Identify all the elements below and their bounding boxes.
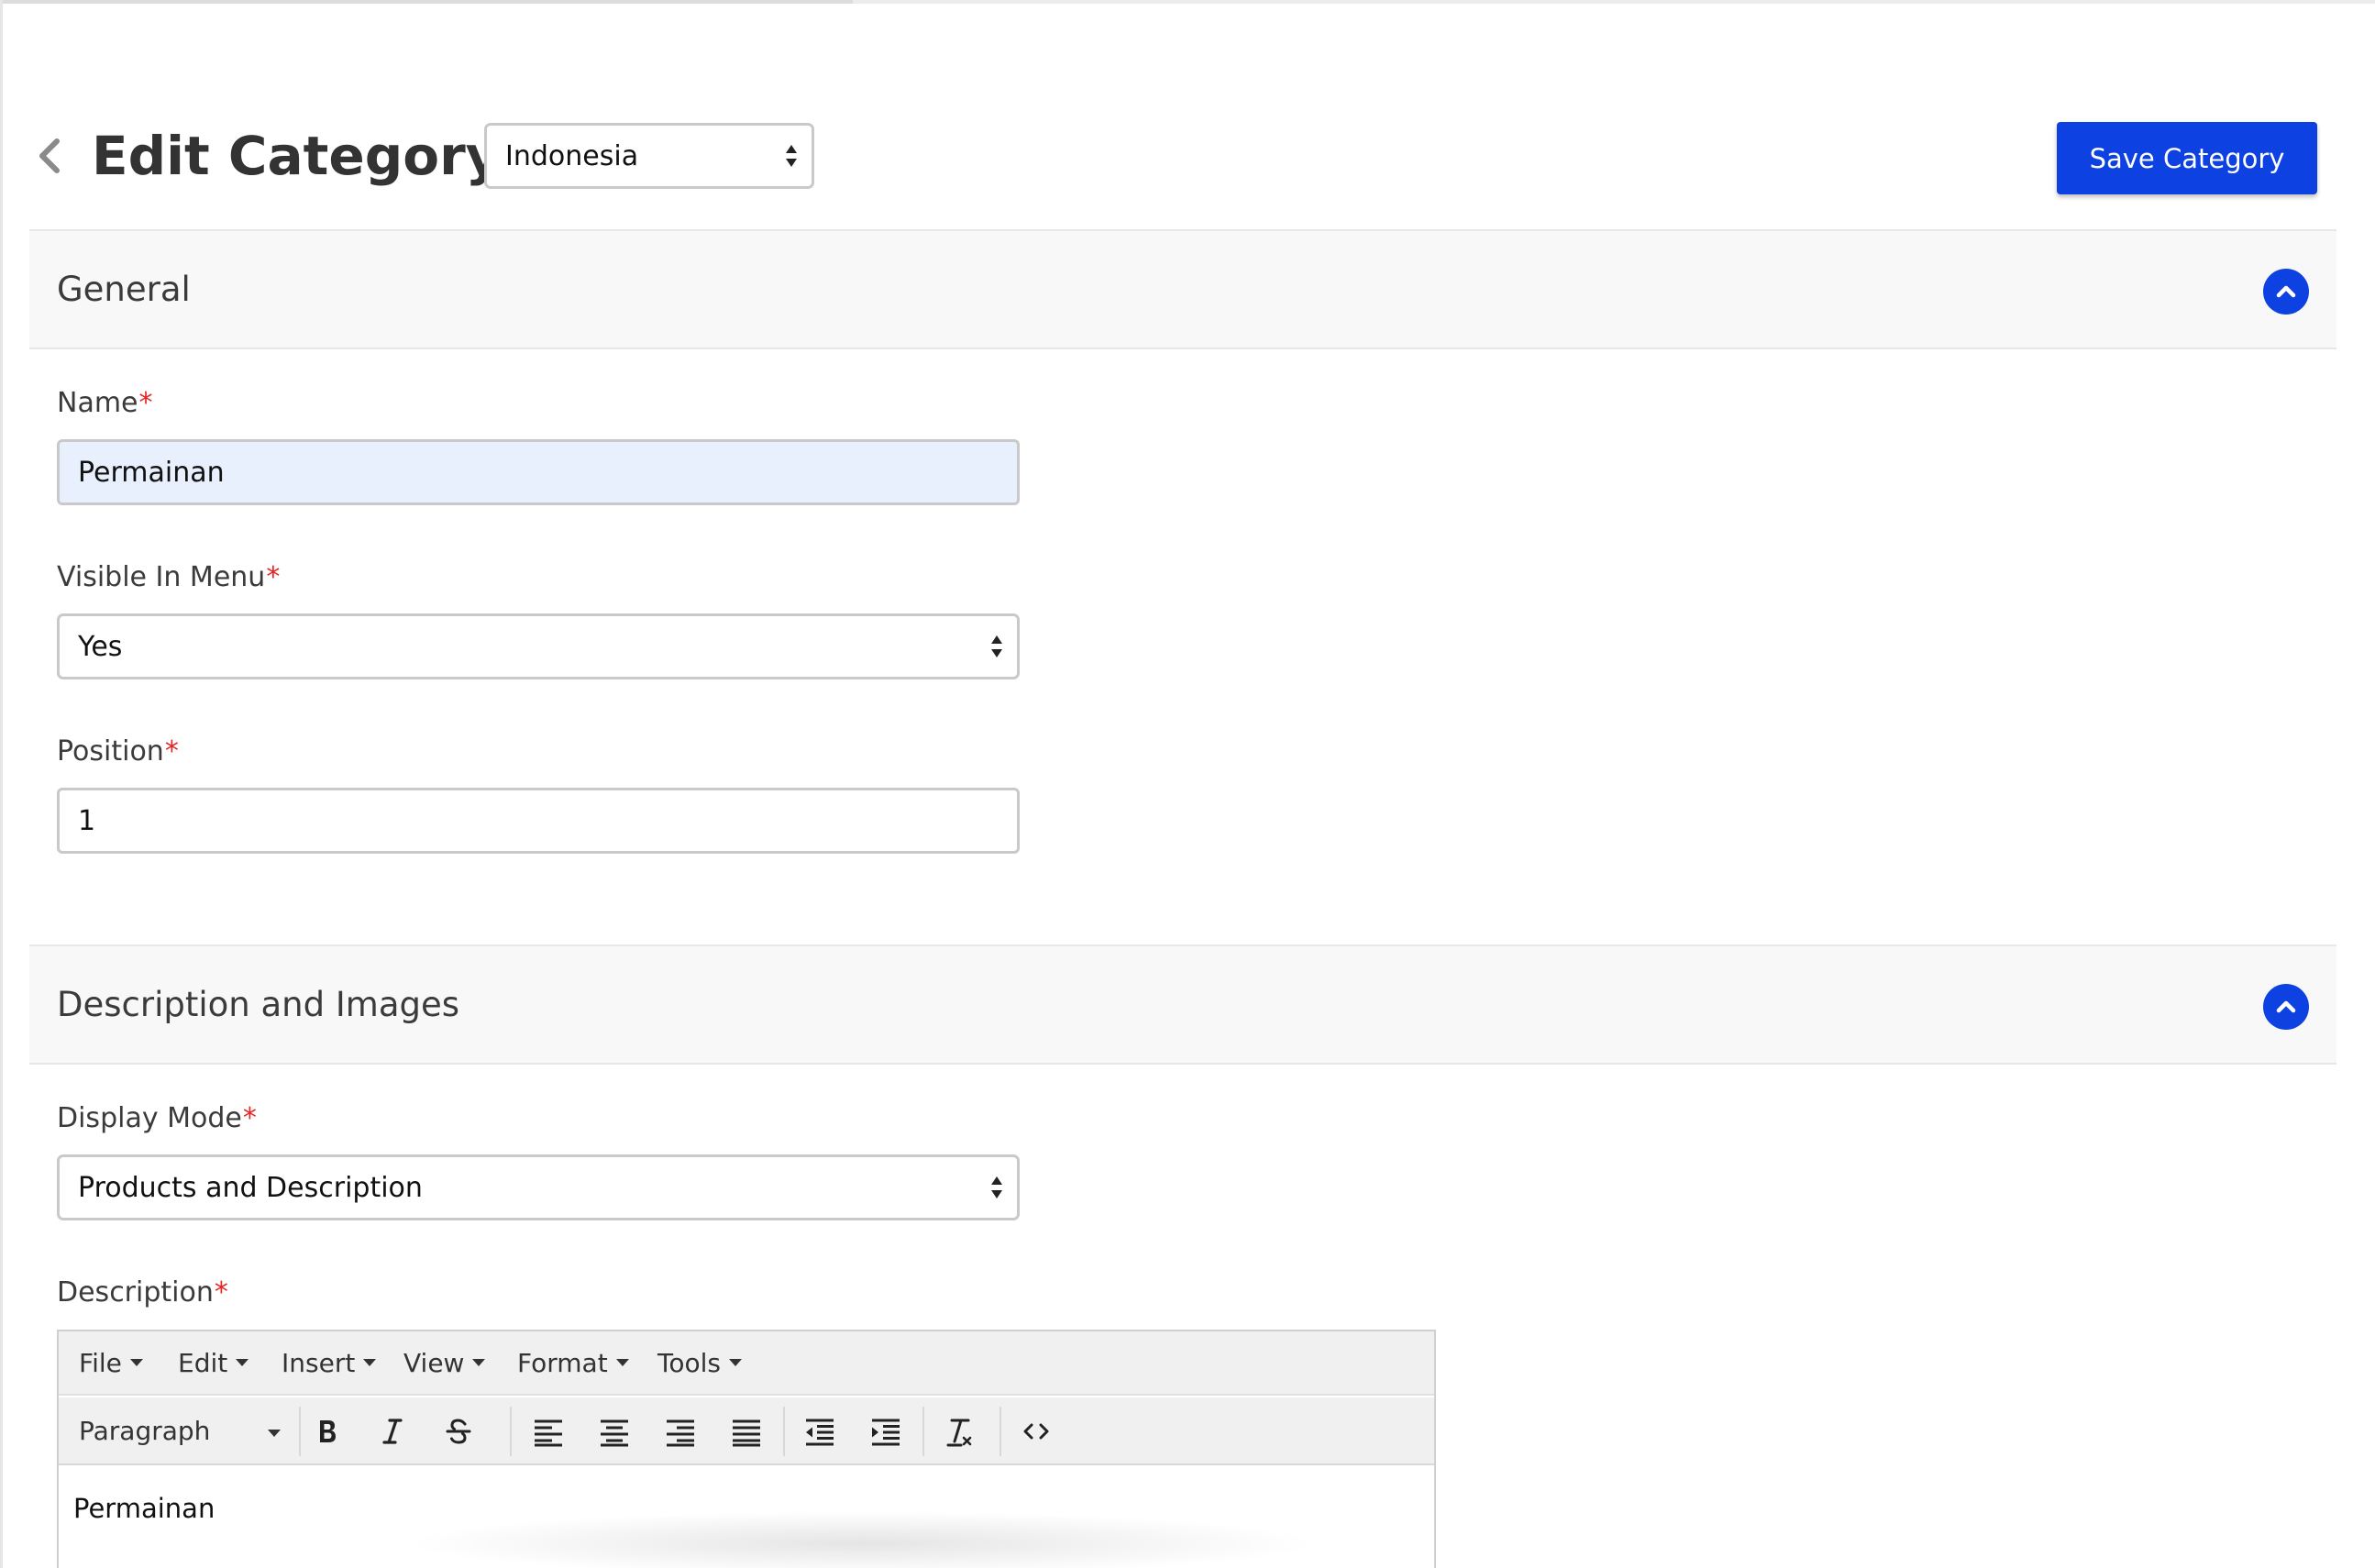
display-mode-label: Display Mode* [57,1102,257,1134]
visible-in-menu-label: Visible In Menu* [57,561,280,593]
align-right-button[interactable] [658,1409,702,1453]
menu-format-label: Format [517,1348,608,1378]
outdent-button[interactable] [798,1409,842,1453]
menu-file-label: File [79,1348,122,1378]
toolbar-divider [510,1407,512,1456]
bold-button[interactable] [304,1409,348,1453]
display-mode-value: Products and Description [78,1171,423,1204]
italic-button[interactable] [370,1409,414,1453]
position-input-value: 1 [78,804,96,837]
visible-in-menu-value: Yes [78,630,123,663]
description-section-title: Description and Images [57,985,460,1024]
visible-in-menu-label-text: Visible In Menu [57,561,266,593]
required-marker: * [214,1276,228,1309]
name-label-text: Name [57,387,138,419]
position-label: Position* [57,735,179,767]
align-left-button[interactable] [526,1409,570,1453]
save-category-button[interactable]: Save Category [2057,122,2317,194]
required-marker: * [242,1102,257,1134]
block-format-value: Paragraph [79,1416,211,1446]
select-arrows-icon [786,145,797,167]
general-section-title: General [57,270,191,309]
required-marker: * [164,735,179,767]
indent-icon [872,1419,900,1446]
menu-tools[interactable]: Tools [657,1331,742,1396]
menu-format[interactable]: Format [517,1331,629,1396]
align-center-icon [601,1419,628,1447]
locale-select[interactable]: Indonesia [484,123,814,189]
menu-insert-label: Insert [282,1348,356,1378]
display-mode-select[interactable]: Products and Description [57,1154,1020,1220]
menu-edit-label: Edit [178,1348,228,1378]
toolbar-divider [783,1407,785,1456]
caret-down-icon [363,1359,377,1366]
collapse-description-button[interactable] [2263,984,2309,1030]
display-mode-label-text: Display Mode [57,1102,242,1134]
bold-icon [320,1420,336,1442]
chevron-up-icon [2276,1000,2296,1013]
description-section-header[interactable]: Description and Images [29,944,2336,1065]
align-right-icon [667,1419,694,1447]
position-input[interactable]: 1 [57,788,1020,854]
strikethrough-button[interactable] [436,1409,481,1453]
description-label-text: Description [57,1276,214,1309]
position-label-text: Position [57,735,164,767]
top-border [0,0,2375,4]
name-input[interactable]: Permainan [57,439,1020,505]
source-code-button[interactable] [1014,1409,1058,1453]
editor-menubar: File Edit Insert View Format Tools [59,1331,1434,1396]
visible-in-menu-select[interactable]: Yes [57,613,1020,679]
caret-down-icon [615,1359,629,1366]
locale-select-value: Indonesia [505,139,639,172]
toolbar-divider [922,1407,924,1456]
bottom-shadow [403,1511,1320,1568]
name-input-value: Permainan [78,456,225,489]
menu-edit[interactable]: Edit [178,1331,249,1396]
clear-formatting-button[interactable] [937,1409,981,1453]
top-border-segment [0,0,853,4]
caret-down-icon [728,1359,742,1366]
menu-tools-label: Tools [657,1348,721,1378]
block-format-select[interactable]: Paragraph [79,1397,281,1465]
name-label: Name* [57,387,153,419]
required-marker: * [266,561,281,593]
source-code-icon [1023,1423,1049,1440]
indent-button[interactable] [864,1409,908,1453]
caret-down-icon [129,1359,143,1366]
toolbar-divider [1000,1407,1001,1456]
caret-down-icon [472,1359,486,1366]
outdent-icon [806,1419,834,1446]
caret-down-icon [236,1359,249,1366]
back-chevron-icon[interactable] [33,136,66,176]
editor-toolbar: Paragraph [59,1397,1434,1465]
editor-content[interactable]: Permainan [73,1493,215,1524]
general-section-header[interactable]: General [29,229,2336,349]
align-justify-icon [733,1419,760,1447]
description-label: Description* [57,1276,228,1309]
caret-down-icon [268,1430,281,1437]
required-marker: * [138,387,153,419]
select-arrows-icon [991,635,1002,657]
clear-formatting-icon [946,1419,972,1447]
menu-file[interactable]: File [79,1331,143,1396]
menu-insert[interactable]: Insert [282,1331,377,1396]
page-title: Edit Category [92,125,501,187]
align-center-button[interactable] [592,1409,636,1453]
align-left-icon [535,1419,562,1447]
left-border [0,0,3,1568]
strikethrough-icon [446,1419,471,1444]
menu-view-label: View [403,1348,465,1378]
collapse-general-button[interactable] [2263,269,2309,315]
italic-icon [382,1419,403,1444]
align-justify-button[interactable] [724,1409,768,1453]
toolbar-divider [299,1407,301,1456]
menu-view[interactable]: View [403,1331,486,1396]
chevron-up-icon [2276,285,2296,298]
select-arrows-icon [991,1176,1002,1198]
